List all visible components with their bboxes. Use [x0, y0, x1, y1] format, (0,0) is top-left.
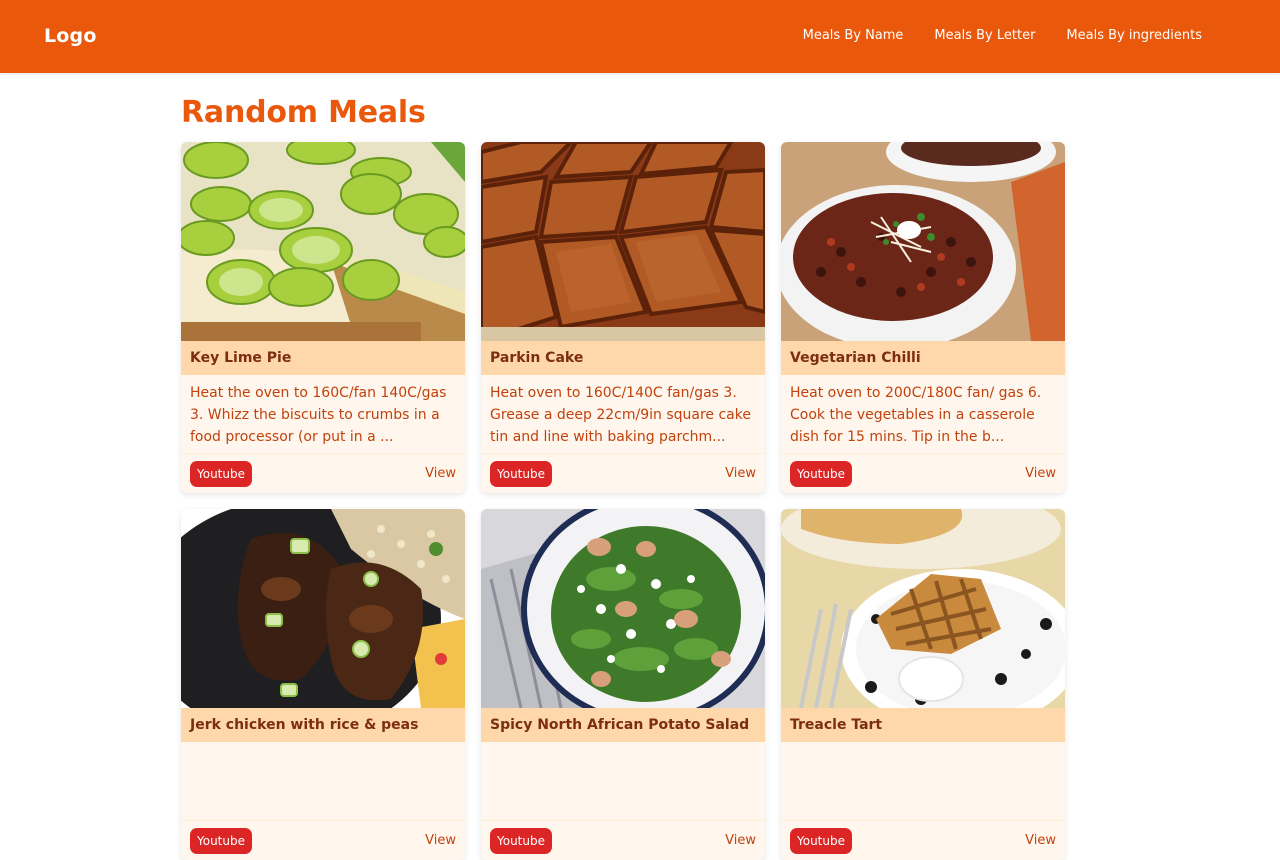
view-link[interactable]: View: [725, 833, 756, 848]
meal-title: Vegetarian Chilli: [781, 341, 1065, 375]
meal-card: Key Lime Pie Heat the oven to 160C/fan 1…: [181, 142, 465, 493]
meal-description: Heat oven to 160C/140C fan/gas 3. Grease…: [490, 385, 751, 445]
meal-title: Key Lime Pie: [181, 341, 465, 375]
main-nav: Meals By Name Meals By Letter Meals By i…: [803, 27, 1202, 45]
card-footer: Youtube View: [181, 820, 465, 860]
meal-image[interactable]: [781, 509, 1065, 708]
meal-description: Heat oven to 200C/180C fan/ gas 6. Cook …: [790, 385, 1042, 445]
meals-grid: Key Lime Pie Heat the oven to 160C/fan 1…: [181, 142, 1065, 860]
meal-card: Parkin Cake Heat oven to 160C/140C fan/g…: [481, 142, 765, 493]
card-footer: Youtube View: [481, 820, 765, 860]
meal-title: Jerk chicken with rice & peas: [181, 708, 465, 742]
page-title: Random Meals: [181, 95, 426, 130]
view-link[interactable]: View: [1025, 466, 1056, 481]
meal-card: Spicy North African Potato Salad Youtube…: [481, 509, 765, 860]
view-link[interactable]: View: [1025, 833, 1056, 848]
meal-card: Vegetarian Chilli Heat oven to 200C/180C…: [781, 142, 1065, 493]
meal-image[interactable]: [181, 142, 465, 341]
card-footer: Youtube View: [781, 820, 1065, 860]
meal-description: [181, 742, 465, 820]
youtube-button[interactable]: Youtube: [490, 460, 552, 487]
logo-link[interactable]: Logo: [44, 24, 97, 48]
meal-title: Treacle Tart: [781, 708, 1065, 742]
nav-meals-by-ingredients[interactable]: Meals By ingredients: [1066, 27, 1202, 45]
meal-title: Parkin Cake: [481, 341, 765, 375]
youtube-button[interactable]: Youtube: [190, 827, 252, 854]
meal-card: Jerk chicken with rice & peas Youtube Vi…: [181, 509, 465, 860]
nav-meals-by-name[interactable]: Meals By Name: [803, 27, 904, 45]
card-footer: Youtube View: [181, 453, 465, 493]
meal-image[interactable]: [781, 142, 1065, 341]
meal-description: Heat the oven to 160C/fan 140C/gas 3. Wh…: [190, 385, 447, 445]
nav-meals-by-letter[interactable]: Meals By Letter: [934, 27, 1035, 45]
youtube-button[interactable]: Youtube: [190, 460, 252, 487]
top-navbar: Logo Meals By Name Meals By Letter Meals…: [0, 0, 1280, 73]
meal-image[interactable]: [181, 509, 465, 708]
youtube-button[interactable]: Youtube: [790, 827, 852, 854]
meal-card: Treacle Tart Youtube View: [781, 509, 1065, 860]
view-link[interactable]: View: [425, 833, 456, 848]
view-link[interactable]: View: [725, 466, 756, 481]
meal-image[interactable]: [481, 509, 765, 708]
meal-title: Spicy North African Potato Salad: [481, 708, 765, 742]
view-link[interactable]: View: [425, 466, 456, 481]
meal-image[interactable]: [481, 142, 765, 341]
youtube-button[interactable]: Youtube: [790, 460, 852, 487]
card-footer: Youtube View: [481, 453, 765, 493]
card-footer: Youtube View: [781, 453, 1065, 493]
meal-description: [481, 742, 765, 820]
youtube-button[interactable]: Youtube: [490, 827, 552, 854]
meal-description: [781, 742, 1065, 820]
